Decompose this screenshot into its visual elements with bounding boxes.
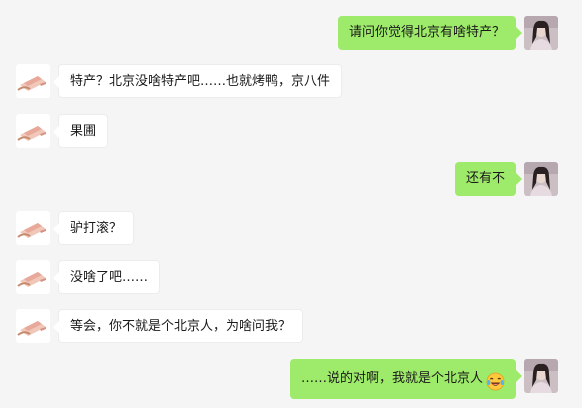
my-avatar[interactable]: [524, 16, 558, 50]
chat-message-list: 请问你觉得北京有啥特产？ 特产？北京没啥特产吧……也就烤鸭，京八件 果圃 还有不…: [0, 0, 582, 408]
received-message-bubble[interactable]: 驴打滚？: [52, 211, 135, 245]
message-text: ……说的对啊，我就是个北京人: [300, 371, 483, 386]
message-text: 没啥了吧……: [70, 270, 149, 285]
contact-avatar[interactable]: [16, 211, 50, 245]
contact-avatar[interactable]: [16, 260, 50, 294]
sent-message-bubble[interactable]: ……说的对啊，我就是个北京人: [289, 359, 523, 399]
contact-avatar[interactable]: [16, 309, 50, 343]
contact-avatar[interactable]: [16, 64, 50, 98]
received-message-bubble[interactable]: 没啥了吧……: [52, 260, 161, 294]
contact-avatar[interactable]: [16, 114, 50, 148]
message-text: 还有不: [465, 171, 505, 186]
message-text: 果圃: [70, 124, 97, 139]
sent-message-bubble[interactable]: 还有不: [454, 162, 523, 196]
sent-message-bubble[interactable]: 请问你觉得北京有啥特产？: [337, 16, 523, 50]
message-text: 驴打滚？: [70, 221, 123, 236]
laughing-tears-emoji-icon: [486, 368, 505, 391]
message-text: 等会，你不就是个北京人，为啥问我？: [70, 319, 292, 334]
received-message-bubble[interactable]: 特产？北京没啥特产吧……也就烤鸭，京八件: [52, 64, 343, 98]
my-avatar[interactable]: [524, 162, 558, 196]
message-text: 请问你觉得北京有啥特产？: [348, 25, 505, 40]
received-message-bubble[interactable]: 果圃: [52, 114, 109, 148]
message-text: 特产？北京没啥特产吧……也就烤鸭，京八件: [70, 74, 331, 89]
my-avatar[interactable]: [524, 359, 558, 393]
received-message-bubble[interactable]: 等会，你不就是个北京人，为啥问我？: [52, 309, 304, 343]
